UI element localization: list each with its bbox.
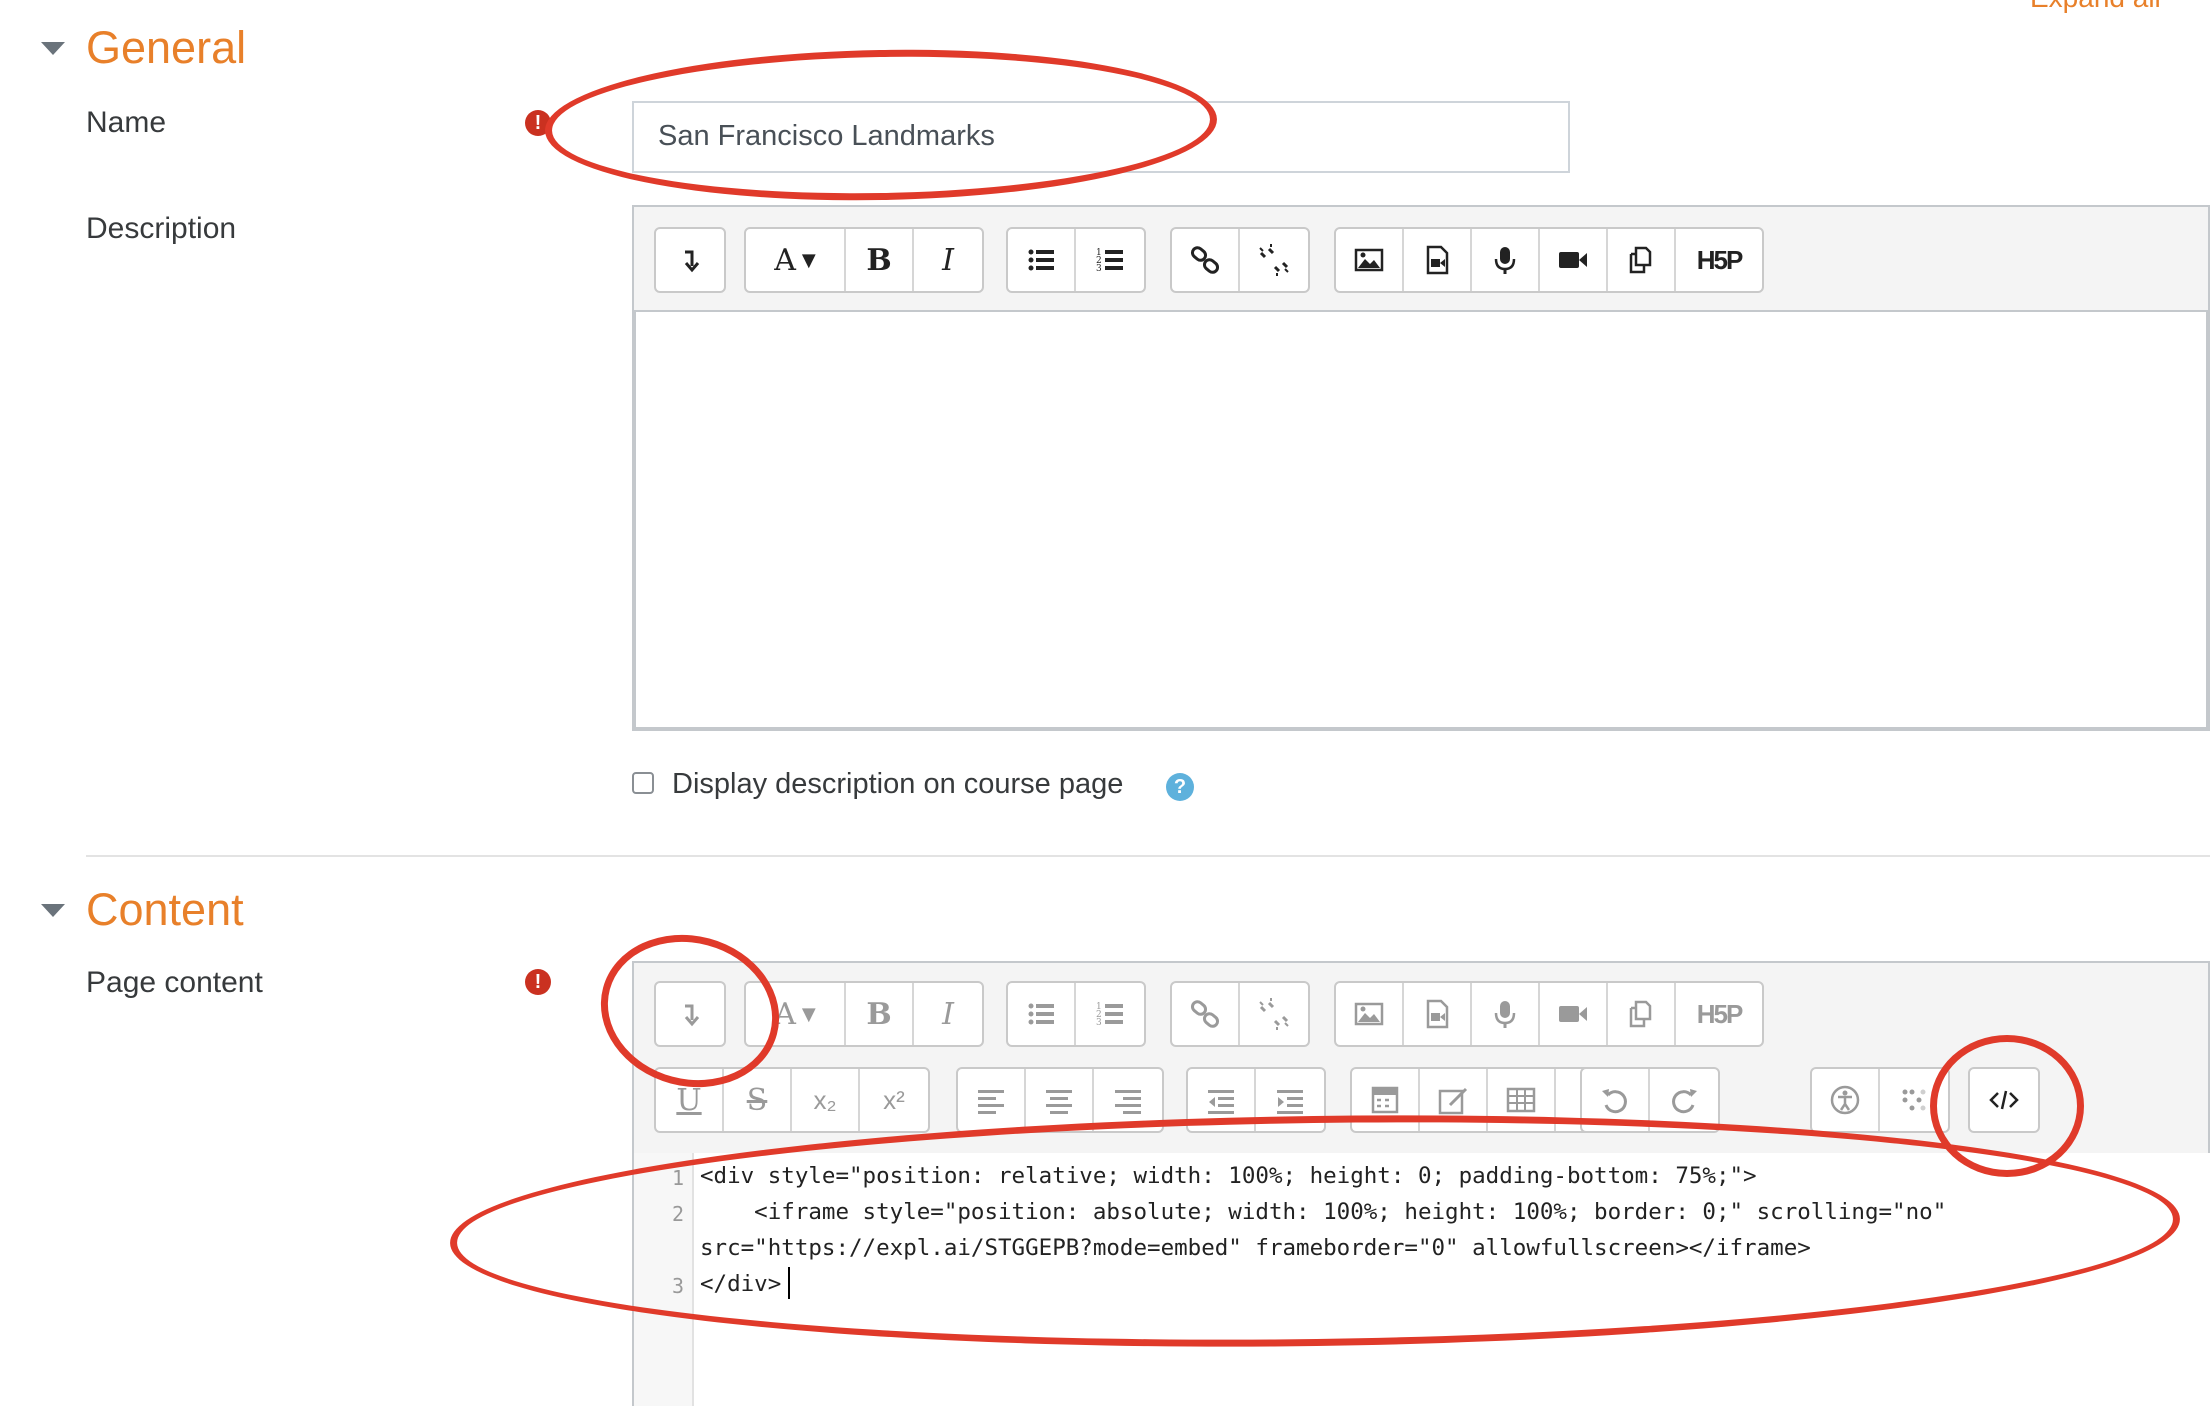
required-icon: ! xyxy=(525,110,551,136)
unordered-list-icon[interactable] xyxy=(1008,983,1076,1045)
align-center-icon[interactable] xyxy=(1026,1069,1094,1131)
toolbar-group-style: A ▼ B I xyxy=(744,981,984,1047)
special-char-icon[interactable] xyxy=(1420,1069,1488,1131)
h5p-icon[interactable]: H5P xyxy=(1676,229,1762,291)
toolbar-toggle-icon[interactable] xyxy=(656,229,724,291)
required-icon: ! xyxy=(525,969,551,995)
toolbar-group-history xyxy=(1580,1067,1720,1133)
toolbar-group-accessibility xyxy=(1810,1067,1950,1133)
name-label: Name xyxy=(86,106,167,139)
align-right-icon[interactable] xyxy=(1094,1069,1162,1131)
toolbar-group-links xyxy=(1170,981,1310,1047)
page-content-editor: A ▼ B I 123 H5P U S x₂ x² 1 2 3 <div sty… xyxy=(632,961,2210,1406)
toolbar-group-collapse xyxy=(654,981,726,1047)
html-source-icon[interactable] xyxy=(1970,1069,2038,1131)
toolbar-group-align xyxy=(956,1067,1164,1133)
ordered-list-icon[interactable]: 123 xyxy=(1076,983,1144,1045)
outdent-icon[interactable] xyxy=(1188,1069,1256,1131)
display-description-label: Display description on course page xyxy=(672,768,1124,800)
record-video-icon[interactable] xyxy=(1540,983,1608,1045)
toolbar-group-media: H5P xyxy=(1334,227,1764,293)
page-content-label: Page content xyxy=(86,966,263,999)
display-description-checkbox[interactable] xyxy=(632,772,654,794)
media-icon[interactable] xyxy=(1404,983,1472,1045)
section-divider xyxy=(86,855,2210,857)
html-source-editor[interactable]: 1 2 3 <div style="position: relative; wi… xyxy=(634,1153,2210,1406)
ordered-list-icon[interactable]: 123 xyxy=(1076,229,1144,291)
italic-button[interactable]: I xyxy=(914,983,982,1045)
undo-icon[interactable] xyxy=(1582,1069,1650,1131)
toolbar-group-source xyxy=(1968,1067,2040,1133)
toolbar-group-lists: 123 xyxy=(1006,981,1146,1047)
code-line: <iframe style="position: absolute; width… xyxy=(700,1199,1947,1225)
equation-icon[interactable] xyxy=(1352,1069,1420,1131)
link-icon[interactable] xyxy=(1172,983,1240,1045)
description-label: Description xyxy=(86,212,237,245)
text-cursor xyxy=(788,1267,790,1299)
description-textarea[interactable] xyxy=(634,310,2208,729)
code-line: </div> xyxy=(700,1271,782,1297)
font-style-button[interactable]: A ▼ xyxy=(746,229,846,291)
record-video-icon[interactable] xyxy=(1540,229,1608,291)
underline-icon[interactable]: U xyxy=(656,1069,724,1131)
svg-text:3: 3 xyxy=(1096,264,1102,274)
bold-button[interactable]: B xyxy=(846,983,914,1045)
align-left-icon[interactable] xyxy=(958,1069,1026,1131)
screenreader-helper-icon[interactable] xyxy=(1880,1069,1948,1131)
toolbar-toggle-icon[interactable] xyxy=(656,983,724,1045)
collapse-general-icon[interactable] xyxy=(41,42,65,55)
table-icon[interactable] xyxy=(1488,1069,1556,1131)
toolbar-group-media: H5P xyxy=(1334,981,1764,1047)
toolbar-group-lists: 123 xyxy=(1006,227,1146,293)
toolbar-group-indent xyxy=(1186,1067,1326,1133)
subscript-button[interactable]: x₂ xyxy=(792,1069,860,1131)
line-number: 3 xyxy=(671,1274,684,1298)
italic-button[interactable]: I xyxy=(914,229,982,291)
accessibility-checker-icon[interactable] xyxy=(1812,1069,1880,1131)
indent-icon[interactable] xyxy=(1256,1069,1324,1131)
description-editor: A ▼ B I 123 H5P xyxy=(632,205,2210,731)
unordered-list-icon[interactable] xyxy=(1008,229,1076,291)
h5p-icon[interactable]: H5P xyxy=(1676,983,1762,1045)
manage-files-icon[interactable] xyxy=(1608,229,1676,291)
bold-button[interactable]: B xyxy=(846,229,914,291)
image-icon[interactable] xyxy=(1336,229,1404,291)
line-number: 1 xyxy=(671,1166,684,1190)
media-icon[interactable] xyxy=(1404,229,1472,291)
toolbar-group-links xyxy=(1170,227,1310,293)
toolbar-group-collapse xyxy=(654,227,726,293)
expand-all-link[interactable]: Expand all xyxy=(2030,0,2161,14)
font-style-button[interactable]: A ▼ xyxy=(746,983,846,1045)
unlink-icon[interactable] xyxy=(1240,983,1308,1045)
collapse-content-icon[interactable] xyxy=(41,904,65,917)
superscript-button[interactable]: x² xyxy=(860,1069,928,1131)
section-title-general[interactable]: General xyxy=(86,22,246,74)
strikethrough-icon[interactable]: S xyxy=(724,1069,792,1131)
link-icon[interactable] xyxy=(1172,229,1240,291)
redo-icon[interactable] xyxy=(1650,1069,1718,1131)
code-line: src="https://expl.ai/STGGEPB?mode=embed"… xyxy=(700,1235,1811,1261)
record-audio-icon[interactable] xyxy=(1472,983,1540,1045)
svg-text:3: 3 xyxy=(1096,1018,1102,1028)
toolbar-group-text-decoration: U S x₂ x² xyxy=(654,1067,930,1133)
record-audio-icon[interactable] xyxy=(1472,229,1540,291)
image-icon[interactable] xyxy=(1336,983,1404,1045)
manage-files-icon[interactable] xyxy=(1608,983,1676,1045)
line-number: 2 xyxy=(671,1202,684,1226)
name-input[interactable]: San Francisco Landmarks xyxy=(632,101,1570,173)
code-line: <div style="position: relative; width: 1… xyxy=(700,1163,1757,1189)
help-icon[interactable]: ? xyxy=(1166,773,1194,801)
toolbar-group-style: A ▼ B I xyxy=(744,227,984,293)
unlink-icon[interactable] xyxy=(1240,229,1308,291)
section-title-content[interactable]: Content xyxy=(86,884,244,936)
